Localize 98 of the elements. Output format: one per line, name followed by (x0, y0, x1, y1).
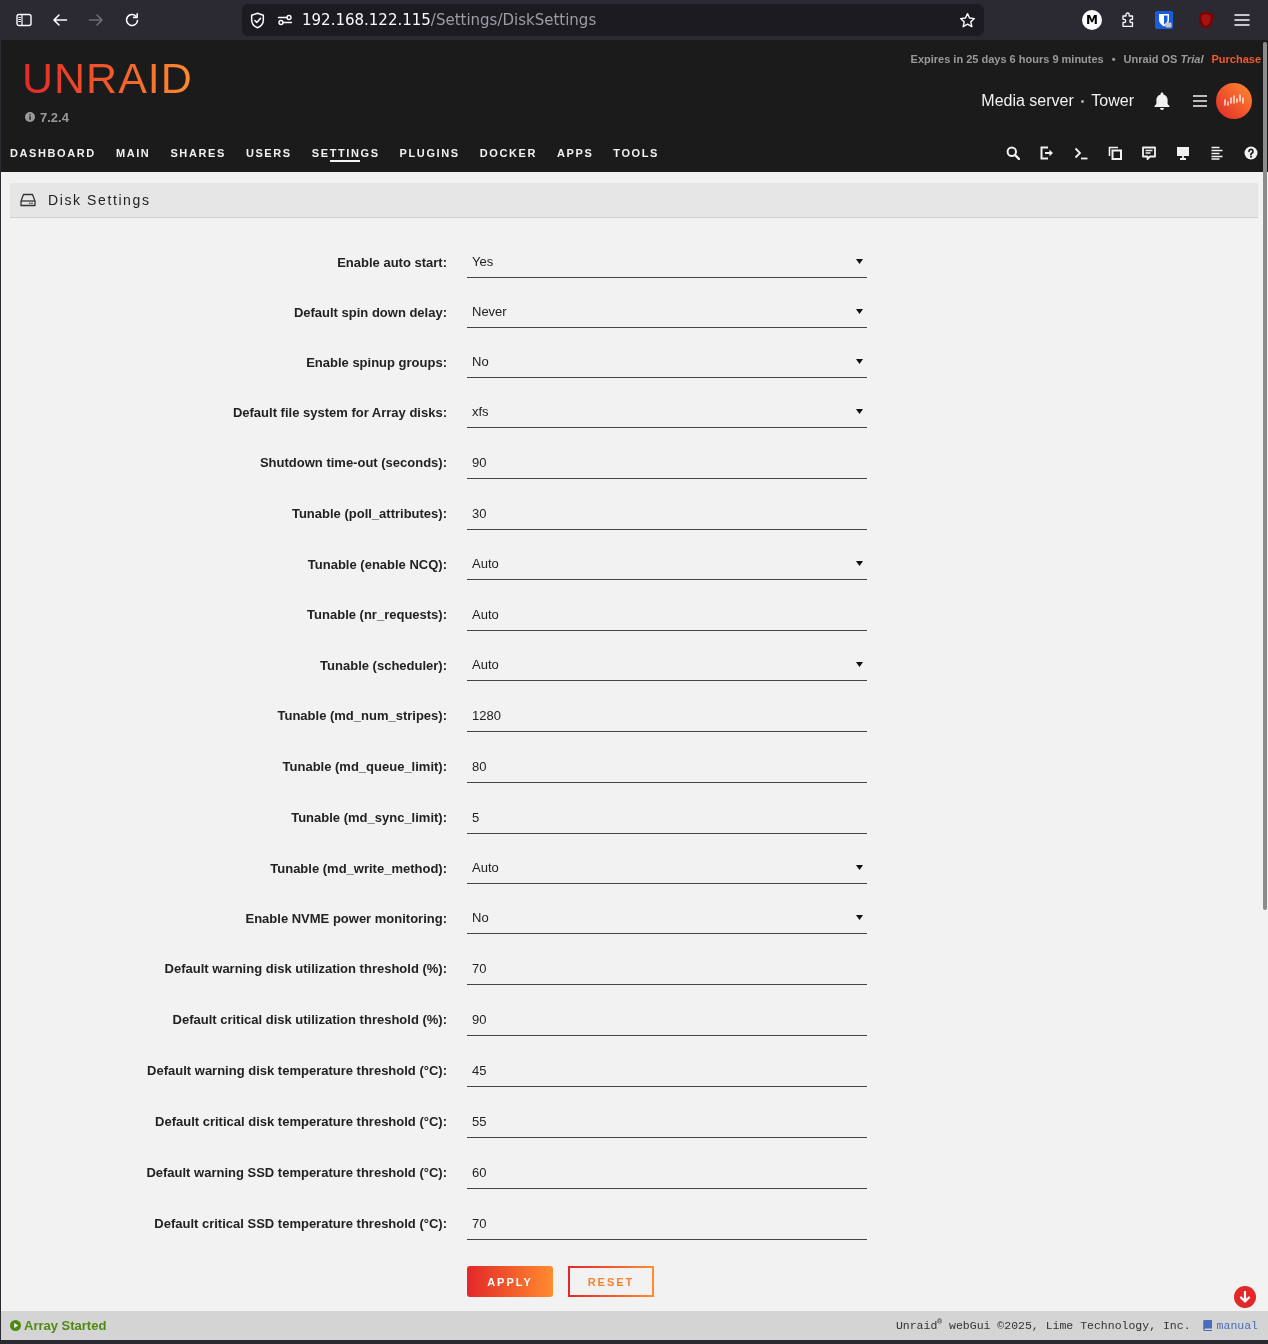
field-label: Tunable (enable NCQ): (307, 556, 447, 572)
menu-icon[interactable] (1192, 94, 1208, 108)
play-circle-icon (10, 1320, 21, 1331)
address-bar[interactable]: 192.168.122.115/Settings/DiskSettings (242, 4, 984, 36)
waveform-logo-icon[interactable] (1216, 83, 1252, 119)
star-icon[interactable] (959, 11, 976, 29)
field-label: Tunable (md_write_method): (270, 860, 447, 876)
scrollbar-thumb[interactable] (1263, 42, 1267, 910)
input-field[interactable]: Auto (467, 598, 867, 631)
bell-icon[interactable] (1153, 91, 1171, 111)
field-label: Default critical disk utilization threshold (%): (172, 1012, 447, 1027)
caret-icon[interactable] (856, 662, 863, 667)
field-label: Tunable (md_num_stripes): (277, 708, 447, 723)
select-field[interactable]: Yes (467, 246, 867, 278)
input-field[interactable]: 60 (467, 1156, 867, 1189)
vault-shield-icon[interactable] (1155, 11, 1173, 29)
puzzle-icon[interactable] (1120, 12, 1136, 28)
hard-drive-icon (20, 193, 36, 207)
book-icon[interactable] (1202, 1320, 1212, 1331)
field-label: Tunable (poll_attributes): (291, 506, 447, 521)
separator-dot: • (1111, 53, 1116, 65)
menu-icon[interactable] (1234, 13, 1250, 27)
caret-icon[interactable] (856, 259, 863, 264)
purchase-link[interactable]: Purchase (1211, 53, 1261, 65)
field-label: Tunable (nr_requests): (307, 607, 447, 622)
select-field[interactable]: No (467, 346, 867, 378)
input-field[interactable]: 90 (467, 446, 867, 479)
field-label: Shutdown time-out (seconds): (259, 455, 447, 470)
field-label: Default warning disk temperature threshold (°C): (147, 1063, 447, 1078)
field-label: Tunable (md_sync_limit): (291, 810, 447, 825)
version-text: 7.2.4 (40, 109, 69, 125)
select-field[interactable]: No (467, 902, 867, 934)
monitor-icon[interactable] (1176, 146, 1190, 160)
field-label: Enable NVME power monitoring: (245, 910, 447, 926)
help-icon[interactable] (1244, 146, 1258, 160)
field-label: Enable auto start: (337, 254, 447, 270)
info-icon[interactable] (25, 112, 35, 122)
input-field[interactable]: 70 (467, 1207, 867, 1240)
field-label: Tunable (scheduler): (320, 657, 447, 673)
field-label: Default warning disk utilization threshold (%): (164, 961, 447, 976)
url-text: 192.168.122.115/Settings/DiskSettings (302, 11, 597, 29)
field-label: Default critical SSD temperature threshold (°C): (154, 1216, 447, 1231)
array-status: Array Started (24, 1318, 107, 1333)
caret-icon[interactable] (856, 915, 863, 920)
nav-tab[interactable]: USERS (245, 146, 292, 166)
nav-tab[interactable]: DASHBOARD (10, 146, 96, 166)
server-description: Media server (981, 92, 1074, 110)
select-field[interactable]: Auto (467, 548, 867, 580)
input-field[interactable]: 30 (467, 497, 867, 530)
logout-icon[interactable] (1040, 146, 1054, 160)
sliders-icon[interactable] (277, 12, 293, 28)
arrow-down-icon[interactable] (1239, 1291, 1251, 1303)
search-icon[interactable] (1006, 146, 1020, 160)
field-label: Default warning SSD temperature threshold (°C): (146, 1165, 447, 1180)
nav-tab[interactable]: DOCKER (479, 146, 537, 166)
message-icon[interactable] (1142, 146, 1156, 160)
select-field[interactable]: Auto (467, 852, 867, 884)
license-text: Unraid OS Trial (1123, 53, 1204, 65)
reload-icon[interactable] (124, 12, 140, 28)
nav-tab[interactable]: SHARES (170, 146, 226, 166)
nav-tab[interactable]: TOOLS (613, 146, 660, 166)
profile-badge[interactable]: M (1082, 10, 1102, 30)
select-field[interactable]: Auto (467, 649, 867, 681)
caret-icon[interactable] (856, 409, 863, 414)
manual-link[interactable]: manual (1216, 1319, 1258, 1332)
terminal-icon[interactable] (1074, 146, 1088, 160)
field-label: Default critical disk temperature threshold (°C): (155, 1114, 447, 1129)
nav-tab[interactable]: SETTINGS (311, 146, 380, 166)
input-field[interactable]: 5 (467, 801, 867, 834)
separator-dot: • (1080, 95, 1085, 107)
input-field[interactable]: 45 (467, 1054, 867, 1087)
input-field[interactable]: 55 (467, 1105, 867, 1138)
copyright-text: Unraid$^{®}$ webGui ©2025, Lime Technology, Inc. (895, 1319, 1191, 1332)
back-icon[interactable] (52, 12, 68, 28)
caret-icon[interactable] (856, 865, 863, 870)
server-name: Tower (1091, 92, 1134, 110)
sidebar-icon[interactable] (16, 12, 32, 28)
field-label: Enable spinup groups: (306, 354, 447, 370)
expiry-text: Expires in 25 days 6 hours 9 minutes (910, 53, 1104, 65)
nav-tab[interactable]: MAIN (115, 146, 151, 166)
field-label: Tunable (md_queue_limit): (282, 759, 447, 774)
lines-icon[interactable] (1210, 146, 1224, 160)
overlapping-squares-icon[interactable] (1108, 146, 1122, 160)
select-field[interactable]: Never (467, 296, 867, 328)
nav-tab[interactable]: PLUGINS (399, 146, 460, 166)
field-label: Default file system for Array disks: (232, 404, 447, 420)
shield-icon[interactable] (249, 11, 266, 29)
select-field[interactable]: xfs (467, 396, 867, 428)
input-field[interactable]: 90 (467, 1003, 867, 1036)
panel-title: Disk Settings (48, 192, 151, 208)
input-field[interactable]: 80 (467, 750, 867, 783)
field-label: Default spin down delay: (293, 304, 447, 320)
input-field[interactable]: 1280 (467, 699, 867, 732)
nav-tab[interactable]: APPS (556, 146, 594, 166)
caret-icon[interactable] (856, 309, 863, 314)
input-field[interactable]: 70 (467, 952, 867, 985)
caret-icon[interactable] (856, 359, 863, 364)
caret-icon[interactable] (856, 561, 863, 566)
